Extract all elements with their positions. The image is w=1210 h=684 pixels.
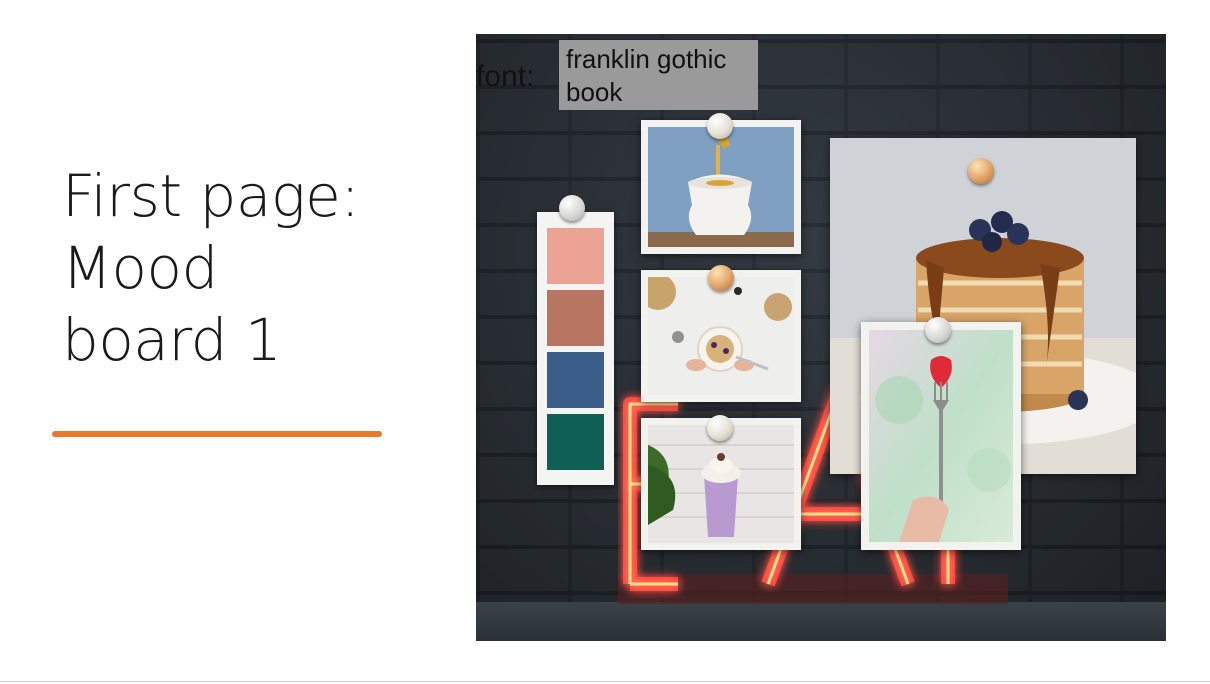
strawberry-fork-photo	[869, 330, 1013, 542]
font-label: font:	[476, 60, 535, 93]
yogurt-bowl-photo	[640, 274, 794, 395]
slide: First page: Mood board 1 font: franklin …	[0, 0, 1210, 684]
title-line-2: Mood	[62, 234, 218, 302]
pushpin-icon	[708, 265, 734, 291]
slide-title: First page: Mood board 1	[62, 160, 402, 376]
honey-drizzle-photo	[648, 125, 794, 247]
pushpin-icon	[559, 195, 585, 221]
font-name-line-1: franklin gothic	[566, 44, 727, 74]
swatch-terracotta	[547, 290, 604, 346]
pushpin-icon	[925, 317, 951, 343]
swatch-salmon	[547, 228, 604, 284]
mood-board-image: font: franklin gothic book	[476, 34, 1166, 641]
slide-bottom-border	[0, 681, 1210, 682]
pushpin-icon	[968, 158, 994, 184]
floor-shelf	[476, 602, 1166, 641]
title-underline	[52, 431, 382, 437]
pushpin-icon	[707, 415, 733, 441]
font-name-box: franklin gothic book	[559, 40, 758, 110]
pushpin-icon	[707, 113, 733, 139]
title-line-1: First page:	[62, 162, 360, 230]
photo-card-strawberry-fork	[861, 322, 1021, 550]
font-name-line-2: book	[566, 77, 623, 107]
milkshake-photo	[648, 425, 794, 543]
color-palette-card	[537, 212, 614, 485]
swatch-denim	[547, 352, 604, 408]
swatch-teal	[547, 414, 604, 470]
title-line-3: board 1	[62, 306, 282, 374]
photo-card-honey	[641, 120, 801, 254]
